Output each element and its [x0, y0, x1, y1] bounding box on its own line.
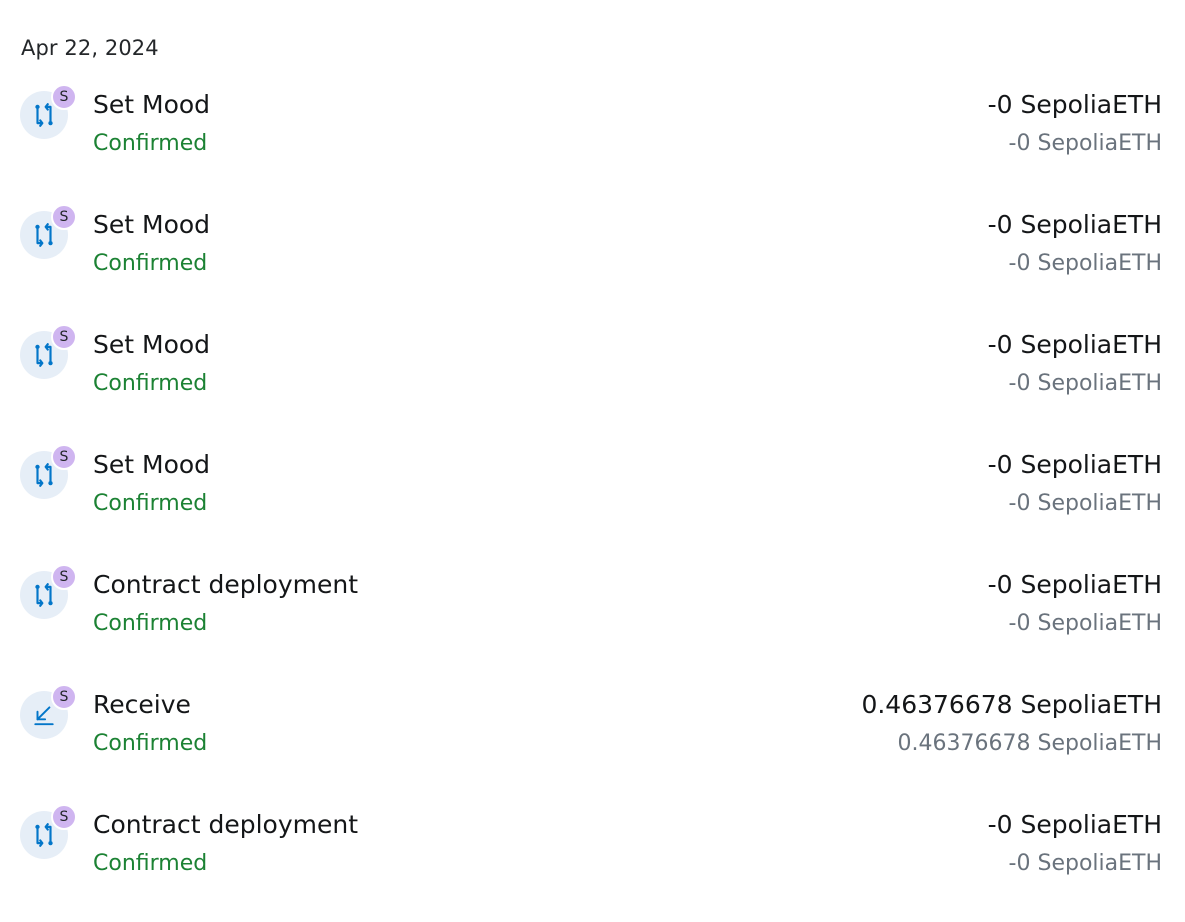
transaction-amount: -0 SepoliaETH	[987, 90, 1162, 119]
transaction-secondary-amount: -0 SepoliaETH	[1008, 491, 1162, 516]
network-badge: S	[51, 444, 77, 470]
transaction-amount: -0 SepoliaETH	[987, 210, 1162, 239]
transaction-icon-container: S	[20, 204, 77, 259]
transaction-icon-container: S	[20, 564, 77, 619]
network-badge: S	[51, 804, 77, 830]
transaction-row[interactable]: S Set Mood Confirmed -0 SepoliaETH -0 Se…	[0, 82, 1185, 202]
transaction-row[interactable]: S Contract deployment Confirmed -0 Sepol…	[0, 562, 1185, 682]
transaction-row[interactable]: S Set Mood Confirmed -0 SepoliaETH -0 Se…	[0, 442, 1185, 562]
network-badge: S	[51, 564, 77, 590]
transaction-status: Confirmed	[93, 851, 208, 876]
transaction-icon-container: S	[20, 804, 77, 859]
network-badge: S	[51, 324, 77, 350]
transaction-secondary-amount: 0.46376678 SepoliaETH	[897, 731, 1162, 756]
transaction-title: Set Mood	[93, 90, 211, 119]
transaction-icon-container: S	[20, 324, 77, 379]
transaction-amount: -0 SepoliaETH	[987, 330, 1162, 359]
transaction-title: Contract deployment	[93, 810, 359, 839]
transaction-title: Contract deployment	[93, 570, 359, 599]
transaction-amount: -0 SepoliaETH	[987, 810, 1162, 839]
transaction-status: Confirmed	[93, 251, 208, 276]
transaction-amount: -0 SepoliaETH	[987, 450, 1162, 479]
transaction-list: S Set Mood Confirmed -0 SepoliaETH -0 Se…	[0, 82, 1185, 922]
transaction-status: Confirmed	[93, 491, 208, 516]
transaction-title: Set Mood	[93, 450, 211, 479]
network-badge: S	[51, 84, 77, 110]
transaction-row[interactable]: S Receive Confirmed 0.46376678 SepoliaET…	[0, 682, 1185, 802]
transaction-secondary-amount: -0 SepoliaETH	[1008, 851, 1162, 876]
transaction-secondary-amount: -0 SepoliaETH	[1008, 611, 1162, 636]
transaction-secondary-amount: -0 SepoliaETH	[1008, 251, 1162, 276]
transaction-icon-container: S	[20, 84, 77, 139]
transaction-row[interactable]: S Set Mood Confirmed -0 SepoliaETH -0 Se…	[0, 322, 1185, 442]
transaction-secondary-amount: -0 SepoliaETH	[1008, 131, 1162, 156]
transaction-status: Confirmed	[93, 731, 208, 756]
transaction-icon-container: S	[20, 684, 77, 739]
network-badge: S	[51, 684, 77, 710]
transaction-title: Set Mood	[93, 330, 211, 359]
transaction-title: Receive	[93, 690, 191, 719]
transaction-amount: 0.46376678 SepoliaETH	[861, 690, 1162, 719]
transaction-status: Confirmed	[93, 611, 208, 636]
transaction-status: Confirmed	[93, 371, 208, 396]
date-header: Apr 22, 2024	[21, 36, 159, 60]
transaction-title: Set Mood	[93, 210, 211, 239]
transaction-secondary-amount: -0 SepoliaETH	[1008, 371, 1162, 396]
network-badge: S	[51, 204, 77, 230]
transaction-status: Confirmed	[93, 131, 208, 156]
transaction-icon-container: S	[20, 444, 77, 499]
transaction-row[interactable]: S Set Mood Confirmed -0 SepoliaETH -0 Se…	[0, 202, 1185, 322]
transaction-row[interactable]: S Contract deployment Confirmed -0 Sepol…	[0, 802, 1185, 922]
transaction-amount: -0 SepoliaETH	[987, 570, 1162, 599]
